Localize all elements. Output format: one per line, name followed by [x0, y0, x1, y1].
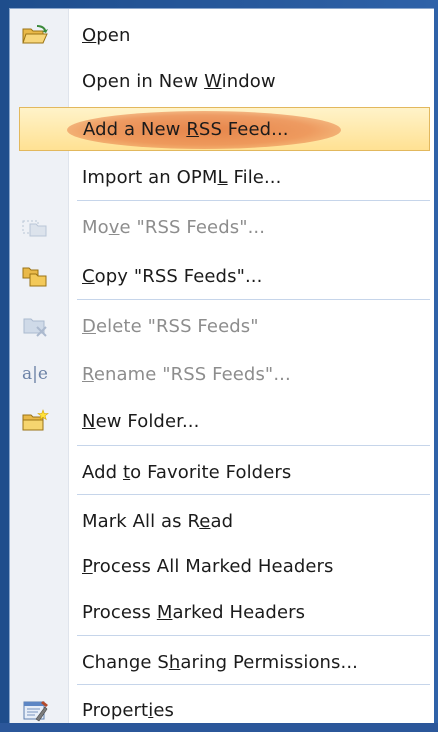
- menu-separator: [77, 635, 430, 636]
- menu-item-label: Change Sharing Permissions...: [82, 651, 359, 673]
- menu-separator: [77, 299, 430, 300]
- menu-item-move[interactable]: Move "RSS Feeds"...: [10, 205, 430, 249]
- menu-separator: [77, 200, 430, 201]
- move-folder-icon: [21, 213, 49, 241]
- menu-item-properties[interactable]: Properties: [10, 688, 430, 732]
- properties-icon: [21, 696, 49, 724]
- new-folder-icon: [21, 407, 49, 435]
- menu-item-open[interactable]: Open: [10, 13, 430, 57]
- menu-item-label: New Folder...: [82, 410, 200, 432]
- open-folder-icon: [21, 21, 49, 49]
- menu-item-label: Add to Favorite Folders: [82, 461, 292, 483]
- menu-item-label: Open in New Window: [82, 70, 276, 92]
- menu-item-label: Delete "RSS Feeds": [82, 315, 259, 337]
- menu-item-label: Mark All as Read: [82, 510, 234, 532]
- menu-item-rename[interactable]: a|e Rename "RSS Feeds"...: [10, 352, 430, 396]
- menu-item-change-sharing-permissions[interactable]: Change Sharing Permissions...: [10, 640, 430, 684]
- menu-item-label: Process All Marked Headers: [82, 555, 334, 577]
- menu-separator: [77, 445, 430, 446]
- menu-item-label: Properties: [82, 699, 174, 721]
- menu-item-process-all-marked[interactable]: Process All Marked Headers: [10, 544, 430, 588]
- menu-item-label: Add a New RSS Feed...: [83, 118, 289, 140]
- menu-item-open-in-new-window[interactable]: Open in New Window: [10, 59, 430, 103]
- context-menu: Open Open in New Window Add a New RSS Fe…: [9, 8, 434, 723]
- menu-item-import-opml[interactable]: Import an OPML File...: [10, 155, 430, 199]
- menu-item-new-folder[interactable]: New Folder...: [10, 399, 430, 443]
- menu-item-label: Copy "RSS Feeds"...: [82, 265, 263, 287]
- menu-item-delete[interactable]: Delete "RSS Feeds": [10, 304, 430, 348]
- menu-item-label: Rename "RSS Feeds"...: [82, 363, 291, 385]
- menu-item-copy[interactable]: Copy "RSS Feeds"...: [10, 254, 430, 298]
- menu-item-add-to-favorites[interactable]: Add to Favorite Folders: [10, 450, 430, 494]
- menu-item-label: Process Marked Headers: [82, 601, 306, 623]
- rename-icon: a|e: [22, 364, 48, 384]
- menu-item-process-marked[interactable]: Process Marked Headers: [10, 590, 430, 634]
- menu-item-mark-all-read[interactable]: Mark All as Read: [10, 499, 430, 543]
- delete-folder-icon: [21, 312, 49, 340]
- menu-item-label: Open: [82, 24, 131, 46]
- menu-separator: [77, 684, 430, 685]
- menu-item-add-new-rss-feed[interactable]: Add a New RSS Feed...: [19, 107, 430, 151]
- menu-separator: [77, 494, 430, 495]
- menu-item-label: Move "RSS Feeds"...: [82, 216, 266, 238]
- menu-item-label: Import an OPML File...: [82, 166, 282, 188]
- copy-folder-icon: [21, 262, 49, 290]
